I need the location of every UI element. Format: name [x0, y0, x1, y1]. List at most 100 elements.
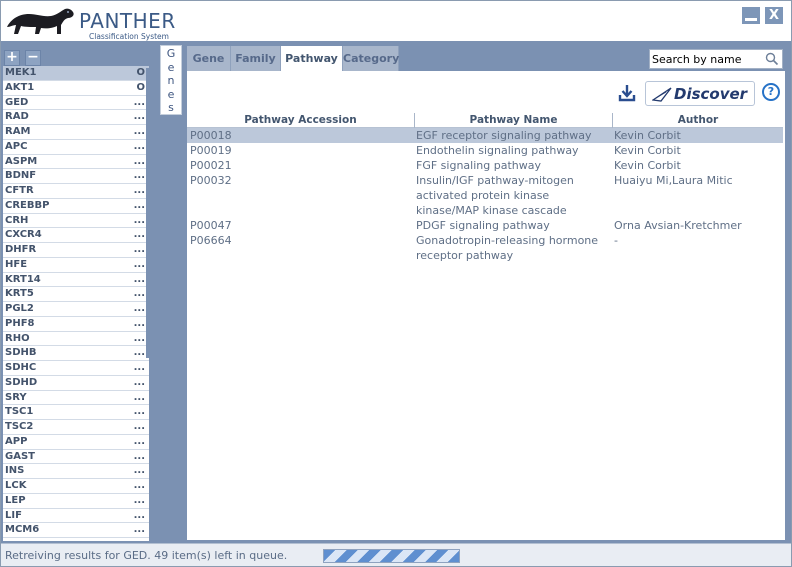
pathway-accession: P00019 [190, 144, 232, 157]
discover-button[interactable]: Discover [645, 81, 755, 106]
progress-indicator [323, 549, 460, 563]
table-row[interactable]: P00032 Insulin/IGF pathway-mitogen activat… [187, 173, 783, 218]
pathway-author: Kevin Corbit [614, 144, 681, 157]
gene-status: ... [133, 524, 145, 536]
search-icon[interactable] [765, 52, 779, 66]
gene-status: ... [133, 494, 145, 506]
gene-name: AKT1 [5, 81, 35, 93]
column-header-author[interactable]: Author [613, 113, 783, 128]
list-item[interactable]: PGL2... [3, 302, 149, 317]
table-row[interactable]: P06664 Gonadotropin-releasing hormone rece… [187, 233, 783, 263]
gene-status: ... [133, 140, 145, 152]
app-window: PANTHER Classification System X + − MEK1… [0, 0, 792, 567]
list-item[interactable]: APC... [3, 140, 149, 155]
list-item[interactable]: RHO... [3, 332, 149, 347]
download-icon[interactable] [618, 84, 636, 102]
list-item[interactable]: DHFR... [3, 243, 149, 258]
tab-genes[interactable]: Genes [160, 45, 182, 115]
list-item[interactable]: TSC1... [3, 405, 149, 420]
remove-gene-button[interactable]: − [25, 50, 41, 66]
gene-status: ... [133, 214, 145, 226]
list-item[interactable]: SDHC... [3, 361, 149, 376]
gene-status: ... [133, 465, 145, 477]
list-item[interactable]: CXCR4... [3, 228, 149, 243]
pathway-name-line: FGF signaling pathway [416, 159, 541, 172]
table-row[interactable]: P00019 Endothelin signaling pathway Kevin … [187, 143, 783, 158]
list-item[interactable]: MCM6... [3, 523, 149, 538]
gene-name: KRT5 [5, 288, 34, 300]
gene-name: RAM [5, 126, 31, 137]
tab-family[interactable]: Family [231, 46, 281, 71]
gene-name: SRY [5, 391, 27, 403]
help-icon[interactable]: ? [762, 83, 780, 101]
search-input[interactable] [652, 51, 764, 67]
list-item[interactable]: LEP... [3, 494, 149, 509]
list-item[interactable]: SDHD... [3, 376, 149, 391]
column-header-accession[interactable]: Pathway Accession [187, 113, 415, 128]
gene-status: ... [133, 347, 145, 359]
list-item[interactable]: CREBBP... [3, 199, 149, 214]
gene-name: INS [5, 465, 25, 477]
gene-status: ... [133, 126, 145, 137]
pathway-author: - [614, 234, 618, 247]
search-box [649, 49, 783, 69]
list-item[interactable]: HFE... [3, 258, 149, 273]
list-item[interactable]: AKT1 O [3, 81, 149, 96]
gene-status: ... [133, 185, 145, 196]
list-item[interactable]: PHF8... [3, 317, 149, 332]
gene-name: SDHD [5, 376, 38, 388]
list-item[interactable]: LCK... [3, 479, 149, 494]
gene-name: DHFR [5, 244, 37, 255]
pathway-accession: P00032 [190, 174, 232, 187]
table-row[interactable]: P00047 PDGF signaling pathway Orna Avsian-… [187, 218, 783, 233]
gene-status: ... [133, 111, 145, 123]
gene-status: ... [133, 96, 145, 108]
pathway-name-line: receptor pathway [416, 249, 514, 262]
gene-status: ... [133, 376, 145, 388]
list-item[interactable]: SDHB... [3, 346, 149, 361]
pathway-panel: Discover ? Pathway Accession Pathway Nam… [187, 71, 785, 540]
pathway-name: PDGF signaling pathway [416, 218, 612, 233]
tab-category[interactable]: Category [343, 46, 399, 71]
gene-list[interactable]: MEK1 O AKT1 O GED... RAD... RAM... APC... ASPM..… [3, 66, 149, 541]
gene-status: ... [133, 391, 145, 403]
gene-name: TSC2 [5, 421, 34, 432]
minimize-button[interactable] [742, 7, 760, 24]
tab-gene[interactable]: Gene [187, 46, 231, 71]
list-item[interactable]: LIF... [3, 509, 149, 524]
list-item[interactable]: APP... [3, 435, 149, 450]
pathway-name: Endothelin signaling pathway [416, 143, 612, 158]
list-item[interactable]: SRY... [3, 391, 149, 406]
gene-name: GAST [5, 450, 35, 462]
list-item[interactable]: KRT5... [3, 287, 149, 302]
gene-status: O [136, 67, 145, 78]
gene-name: BDNF [5, 170, 37, 182]
list-item[interactable]: RAM... [3, 125, 149, 140]
gene-status: ... [133, 450, 145, 462]
list-item[interactable]: CRH... [3, 214, 149, 229]
gene-name: APC [5, 140, 28, 152]
column-header-name[interactable]: Pathway Name [415, 113, 613, 128]
add-gene-button[interactable]: + [4, 50, 20, 66]
table-row[interactable]: P00018 EGF receptor signaling pathway Kevi… [187, 128, 783, 143]
list-item[interactable]: BDNF... [3, 169, 149, 184]
list-item[interactable]: ASPM... [3, 155, 149, 170]
tab-pathway[interactable]: Pathway [281, 46, 343, 71]
pathway-name: EGF receptor signaling pathway [416, 128, 612, 143]
pathway-author: Kevin Corbit [614, 129, 681, 142]
discover-arrow-icon [652, 87, 672, 102]
gene-list-scrollbar[interactable] [146, 68, 149, 358]
list-item[interactable]: RAD... [3, 110, 149, 125]
list-item[interactable]: CFTR... [3, 184, 149, 199]
list-item[interactable]: TSC2... [3, 420, 149, 435]
table-row[interactable]: P00021 FGF signaling pathway Kevin Corbit [187, 158, 783, 173]
pathway-name-line: Endothelin signaling pathway [416, 144, 579, 157]
list-item[interactable]: MEK1 O [3, 66, 149, 81]
tab-genes-letter: s [168, 101, 174, 114]
list-item[interactable]: KRT14... [3, 273, 149, 288]
list-item[interactable]: GED... [3, 96, 149, 111]
close-button[interactable]: X [765, 7, 783, 24]
list-item[interactable]: INS... [3, 464, 149, 479]
list-item[interactable]: GAST... [3, 450, 149, 465]
pathway-name-line: PDGF signaling pathway [416, 219, 550, 232]
